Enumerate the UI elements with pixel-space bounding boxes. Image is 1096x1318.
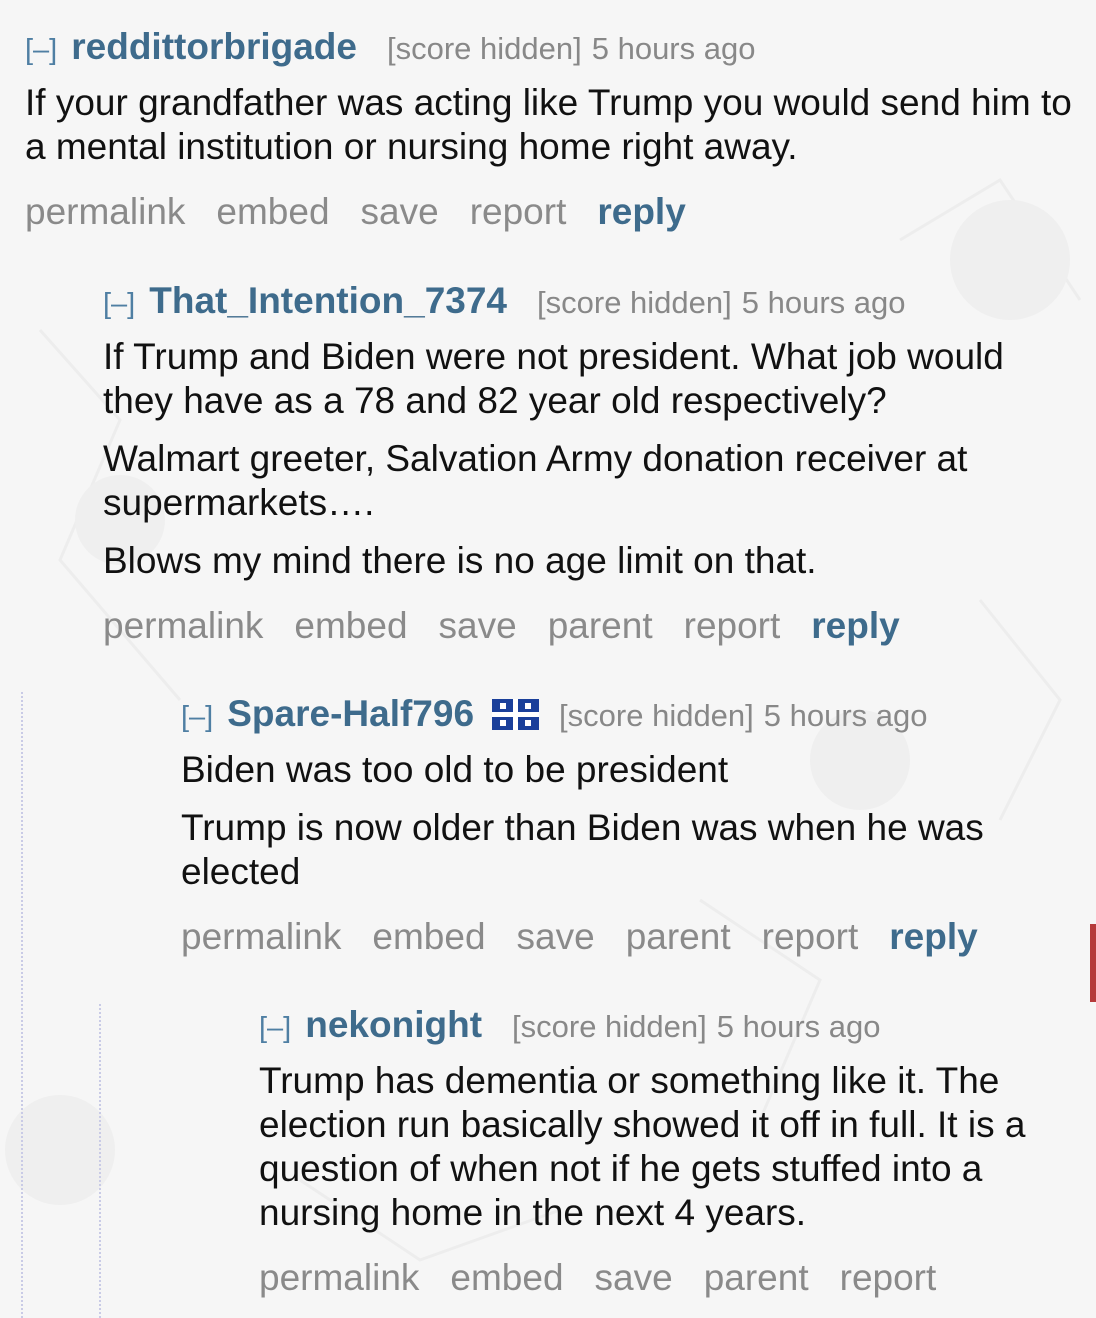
quebec-flag-icon — [492, 699, 540, 730]
comment-body: If your grandfather was acting like Trum… — [25, 81, 1075, 169]
author-link[interactable]: Spare-Half796 — [227, 695, 474, 732]
reply-link[interactable]: reply — [811, 605, 899, 647]
reply-link[interactable]: reply — [889, 916, 977, 958]
report-link[interactable]: report — [762, 916, 859, 958]
author-link[interactable]: reddittorbrigade — [71, 28, 357, 65]
comment-paragraph: If Trump and Biden were not president. W… — [103, 336, 1004, 421]
comment-paragraph: Blows my mind there is no age limit on t… — [103, 540, 817, 581]
report-link[interactable]: report — [840, 1257, 937, 1299]
save-link[interactable]: save — [595, 1257, 673, 1299]
permalink-link[interactable]: permalink — [259, 1257, 419, 1299]
reply-link[interactable]: reply — [597, 191, 685, 233]
comment-body: If Trump and Biden were not president. W… — [103, 335, 1078, 583]
comment-body: Biden was too old to be president Trump … — [181, 748, 1076, 894]
thread-guide-line — [99, 1004, 101, 1318]
collapse-toggle[interactable]: [–] — [259, 1014, 291, 1043]
comment-actions: permalink embed save parent report — [259, 1257, 1079, 1299]
comment-tagline: [–] Spare-Half796 [score hidden] 5 hours… — [181, 695, 1076, 732]
comment-actions: permalink embed save parent report reply — [103, 605, 1078, 647]
comment-tagline: [–] That_Intention_7374 [score hidden] 5… — [103, 282, 1078, 319]
comment-tagline: [–] reddittorbrigade [score hidden] 5 ho… — [25, 28, 1075, 65]
author-link[interactable]: nekonight — [305, 1006, 482, 1043]
score-label: [score hidden] — [387, 31, 582, 66]
save-link[interactable]: save — [439, 605, 517, 647]
parent-link[interactable]: parent — [548, 605, 653, 647]
comment-paragraph: Trump has dementia or something like it.… — [259, 1060, 1026, 1233]
timestamp: 5 hours ago — [741, 285, 906, 320]
comment-paragraph: Biden was too old to be president — [181, 749, 729, 790]
embed-link[interactable]: embed — [372, 916, 485, 958]
permalink-link[interactable]: permalink — [181, 916, 341, 958]
parent-link[interactable]: parent — [704, 1257, 809, 1299]
edge-marker — [1090, 924, 1096, 1002]
embed-link[interactable]: embed — [450, 1257, 563, 1299]
comment-actions: permalink embed save report reply — [25, 191, 1075, 233]
embed-link[interactable]: embed — [216, 191, 329, 233]
comment: [–] reddittorbrigade [score hidden] 5 ho… — [25, 28, 1075, 233]
comment-body: Trump has dementia or something like it.… — [259, 1059, 1079, 1235]
score-label: [score hidden] — [559, 698, 754, 733]
report-link[interactable]: report — [684, 605, 781, 647]
comment: [–] Spare-Half796 [score hidden] 5 hours… — [181, 695, 1076, 958]
collapse-toggle[interactable]: [–] — [25, 36, 57, 65]
save-link[interactable]: save — [517, 916, 595, 958]
comment-paragraph: Walmart greeter, Salvation Army donation… — [103, 438, 968, 523]
permalink-link[interactable]: permalink — [103, 605, 263, 647]
timestamp: 5 hours ago — [591, 31, 756, 66]
comment-actions: permalink embed save parent report reply — [181, 916, 1076, 958]
save-link[interactable]: save — [361, 191, 439, 233]
collapse-toggle[interactable]: [–] — [181, 703, 213, 732]
permalink-link[interactable]: permalink — [25, 191, 185, 233]
timestamp: 5 hours ago — [763, 698, 928, 733]
report-link[interactable]: report — [470, 191, 567, 233]
comment-paragraph: If your grandfather was acting like Trum… — [25, 82, 1072, 167]
timestamp: 5 hours ago — [716, 1009, 881, 1044]
score-label: [score hidden] — [512, 1009, 707, 1044]
author-link[interactable]: That_Intention_7374 — [149, 282, 507, 319]
comment-tagline: [–] nekonight [score hidden] 5 hours ago — [259, 1006, 1079, 1043]
comment-paragraph: Trump is now older than Biden was when h… — [181, 807, 984, 892]
embed-link[interactable]: embed — [294, 605, 407, 647]
thread-guide-line — [21, 692, 23, 1318]
comment: [–] nekonight [score hidden] 5 hours ago… — [259, 1006, 1079, 1299]
collapse-toggle[interactable]: [–] — [103, 290, 135, 319]
score-label: [score hidden] — [537, 285, 732, 320]
comment: [–] That_Intention_7374 [score hidden] 5… — [103, 282, 1078, 647]
parent-link[interactable]: parent — [626, 916, 731, 958]
